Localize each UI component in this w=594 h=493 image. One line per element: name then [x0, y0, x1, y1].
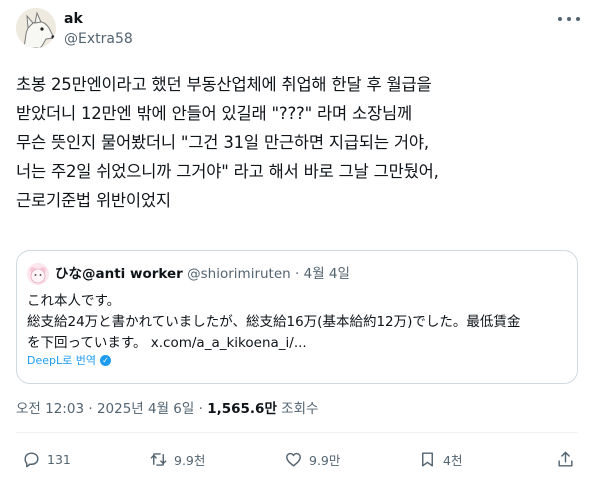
like-button[interactable]: 9.9만	[284, 450, 340, 469]
meta-separator: ·	[88, 401, 93, 417]
more-options-button[interactable]	[558, 12, 580, 26]
quoted-header: ひな@anti worker @shiorimiruten · 4월 4일	[55, 265, 350, 283]
views-count: 1,565.6만	[207, 401, 277, 417]
author-avatar[interactable]	[16, 8, 56, 48]
author-handle[interactable]: @Extra58	[64, 30, 133, 48]
quoted-display-name: ひな@anti worker	[55, 266, 183, 282]
bookmark-count: 4천	[443, 453, 463, 468]
tweet-text-line: 너는 주2일 쉬었으니까 그거야" 라고 해서 바로 그날 그만뒀어,	[16, 162, 439, 181]
more-icon	[558, 17, 580, 21]
quoted-handle: @shiorimiruten	[187, 266, 291, 282]
divider	[16, 432, 578, 433]
bookmark-button[interactable]: 4천	[418, 450, 462, 469]
tweet-text-line: 무슨 뜻인지 물어봤더니 "그건 31일 만근하면 지급되는 거야,	[16, 133, 429, 152]
tweet-text-line: 받았더니 12만엔 밖에 안들어 있길래 "???" 라며 소장님께	[16, 104, 412, 123]
action-bar: 131 9.9천 9.9만 4천	[16, 450, 578, 472]
tweet-text-line: 근로기준법 위반이었지	[16, 191, 171, 210]
views-label: 조회수	[281, 401, 319, 417]
reply-icon	[24, 452, 39, 468]
quoted-text-line: 総支給24万と書かれていましたが、総支給16万(基本給約12万)でした。最低賃金	[27, 314, 521, 330]
repost-count: 9.9천	[174, 453, 206, 468]
repost-button[interactable]: 9.9천	[149, 450, 205, 469]
quoted-author-avatar	[27, 263, 49, 285]
author-display-name[interactable]: ak	[64, 10, 133, 28]
tweet-text-line: 초봉 25만엔이라고 했던 부동산업체에 취업해 한달 후 월급을	[16, 75, 432, 94]
deepl-translate-label: DeepL로 번역	[27, 354, 96, 367]
share-icon	[558, 451, 573, 467]
quoted-separator: ·	[295, 266, 300, 282]
repost-icon	[150, 453, 167, 466]
share-button[interactable]	[556, 450, 575, 469]
tweet-text: 초봉 25만엔이라고 했던 부동산업체에 취업해 한달 후 월급을 받았더니 1…	[16, 70, 582, 215]
meta-separator: ·	[198, 401, 203, 417]
quoted-text-line: を下回っています。 x.com/a_a_kikoena_i/...	[27, 335, 307, 351]
deepl-icon: ✓	[99, 354, 111, 366]
quoted-date: 4월 4일	[303, 266, 350, 282]
tweet-date[interactable]: 2025년 4월 6일	[97, 401, 194, 417]
quoted-text-line: これ本人です。	[27, 293, 121, 309]
bookmark-icon	[422, 452, 433, 467]
like-count: 9.9만	[309, 453, 341, 468]
heart-icon	[286, 452, 301, 467]
tweet-time[interactable]: 오전 12:03	[16, 401, 84, 417]
quoted-text: これ本人です。 総支給24万と書かれていましたが、総支給16万(基本給約12万)…	[27, 291, 567, 354]
deepl-translate-link[interactable]: DeepL로 번역 ✓	[27, 352, 111, 368]
quoted-tweet[interactable]: ひな@anti worker @shiorimiruten · 4월 4일 これ…	[16, 250, 578, 384]
author-info[interactable]: ak @Extra58	[64, 10, 133, 48]
tweet-meta: 오전 12:03 · 2025년 4월 6일 · 1,565.6만 조회수	[16, 400, 318, 418]
reply-button[interactable]: 131	[22, 450, 71, 469]
reply-count: 131	[47, 452, 71, 467]
dog-avatar-image	[16, 8, 56, 48]
bear-avatar-image	[27, 263, 49, 285]
